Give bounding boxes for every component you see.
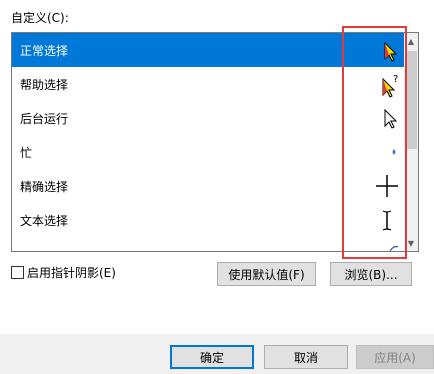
text-select-cursor-icon [382,210,392,231]
dialog-footer: 确定 取消 应用(A) [0,334,434,374]
list-item-partial[interactable] [12,237,406,251]
enable-pointer-shadow-label: 启用指针阴影(E) [27,266,116,280]
browse-button[interactable]: 浏览(B)... [330,262,412,286]
list-item-label: 忙 [20,145,33,160]
enable-pointer-shadow-checkbox[interactable]: 启用指针阴影(E) [11,264,116,281]
list-item-label: 帮助选择 [20,77,69,92]
busy-cursor-icon [392,149,396,155]
list-item-label: 后台运行 [20,111,69,126]
list-item-busy[interactable]: 忙 [12,135,406,169]
scroll-thumb[interactable] [405,51,417,149]
handwriting-cursor-icon [389,245,399,251]
list-item-precision-select[interactable]: 精确选择 [12,169,406,203]
scroll-up-icon[interactable]: ▲ [404,33,418,49]
precision-select-cursor-icon [376,175,398,197]
list-item-label: 正常选择 [20,43,69,58]
vertical-scrollbar[interactable]: ▲ ▼ [404,33,418,251]
normal-select-cursor-icon [384,41,398,62]
svg-text:?: ? [393,74,398,85]
scroll-down-icon[interactable]: ▼ [404,235,418,251]
cancel-button[interactable]: 取消 [264,345,348,369]
list-item-help-select[interactable]: 帮助选择 ? [12,67,406,101]
use-default-button[interactable]: 使用默认值(F) [217,262,316,286]
checkbox-box[interactable] [11,266,24,279]
apply-button[interactable]: 应用(A) [356,345,434,369]
pointer-settings-dialog: 自定义(C): 正常选择 帮助选择 ? 后台运行 忙 精确选择 文本选择 ▲ ▼… [0,0,434,374]
list-item-text-select[interactable]: 文本选择 [12,203,406,237]
customize-label: 自定义(C): [11,11,69,25]
list-item-working-in-background[interactable]: 后台运行 [12,101,406,135]
list-item-label: 精确选择 [20,179,69,194]
list-item-normal-select[interactable]: 正常选择 [12,33,406,67]
ok-button[interactable]: 确定 [170,345,254,369]
help-select-cursor-icon: ? [382,74,398,98]
pointer-scheme-list[interactable]: 正常选择 帮助选择 ? 后台运行 忙 精确选择 文本选择 ▲ ▼ [11,32,419,252]
list-item-label: 文本选择 [20,213,69,228]
working-in-background-cursor-icon [384,108,398,129]
